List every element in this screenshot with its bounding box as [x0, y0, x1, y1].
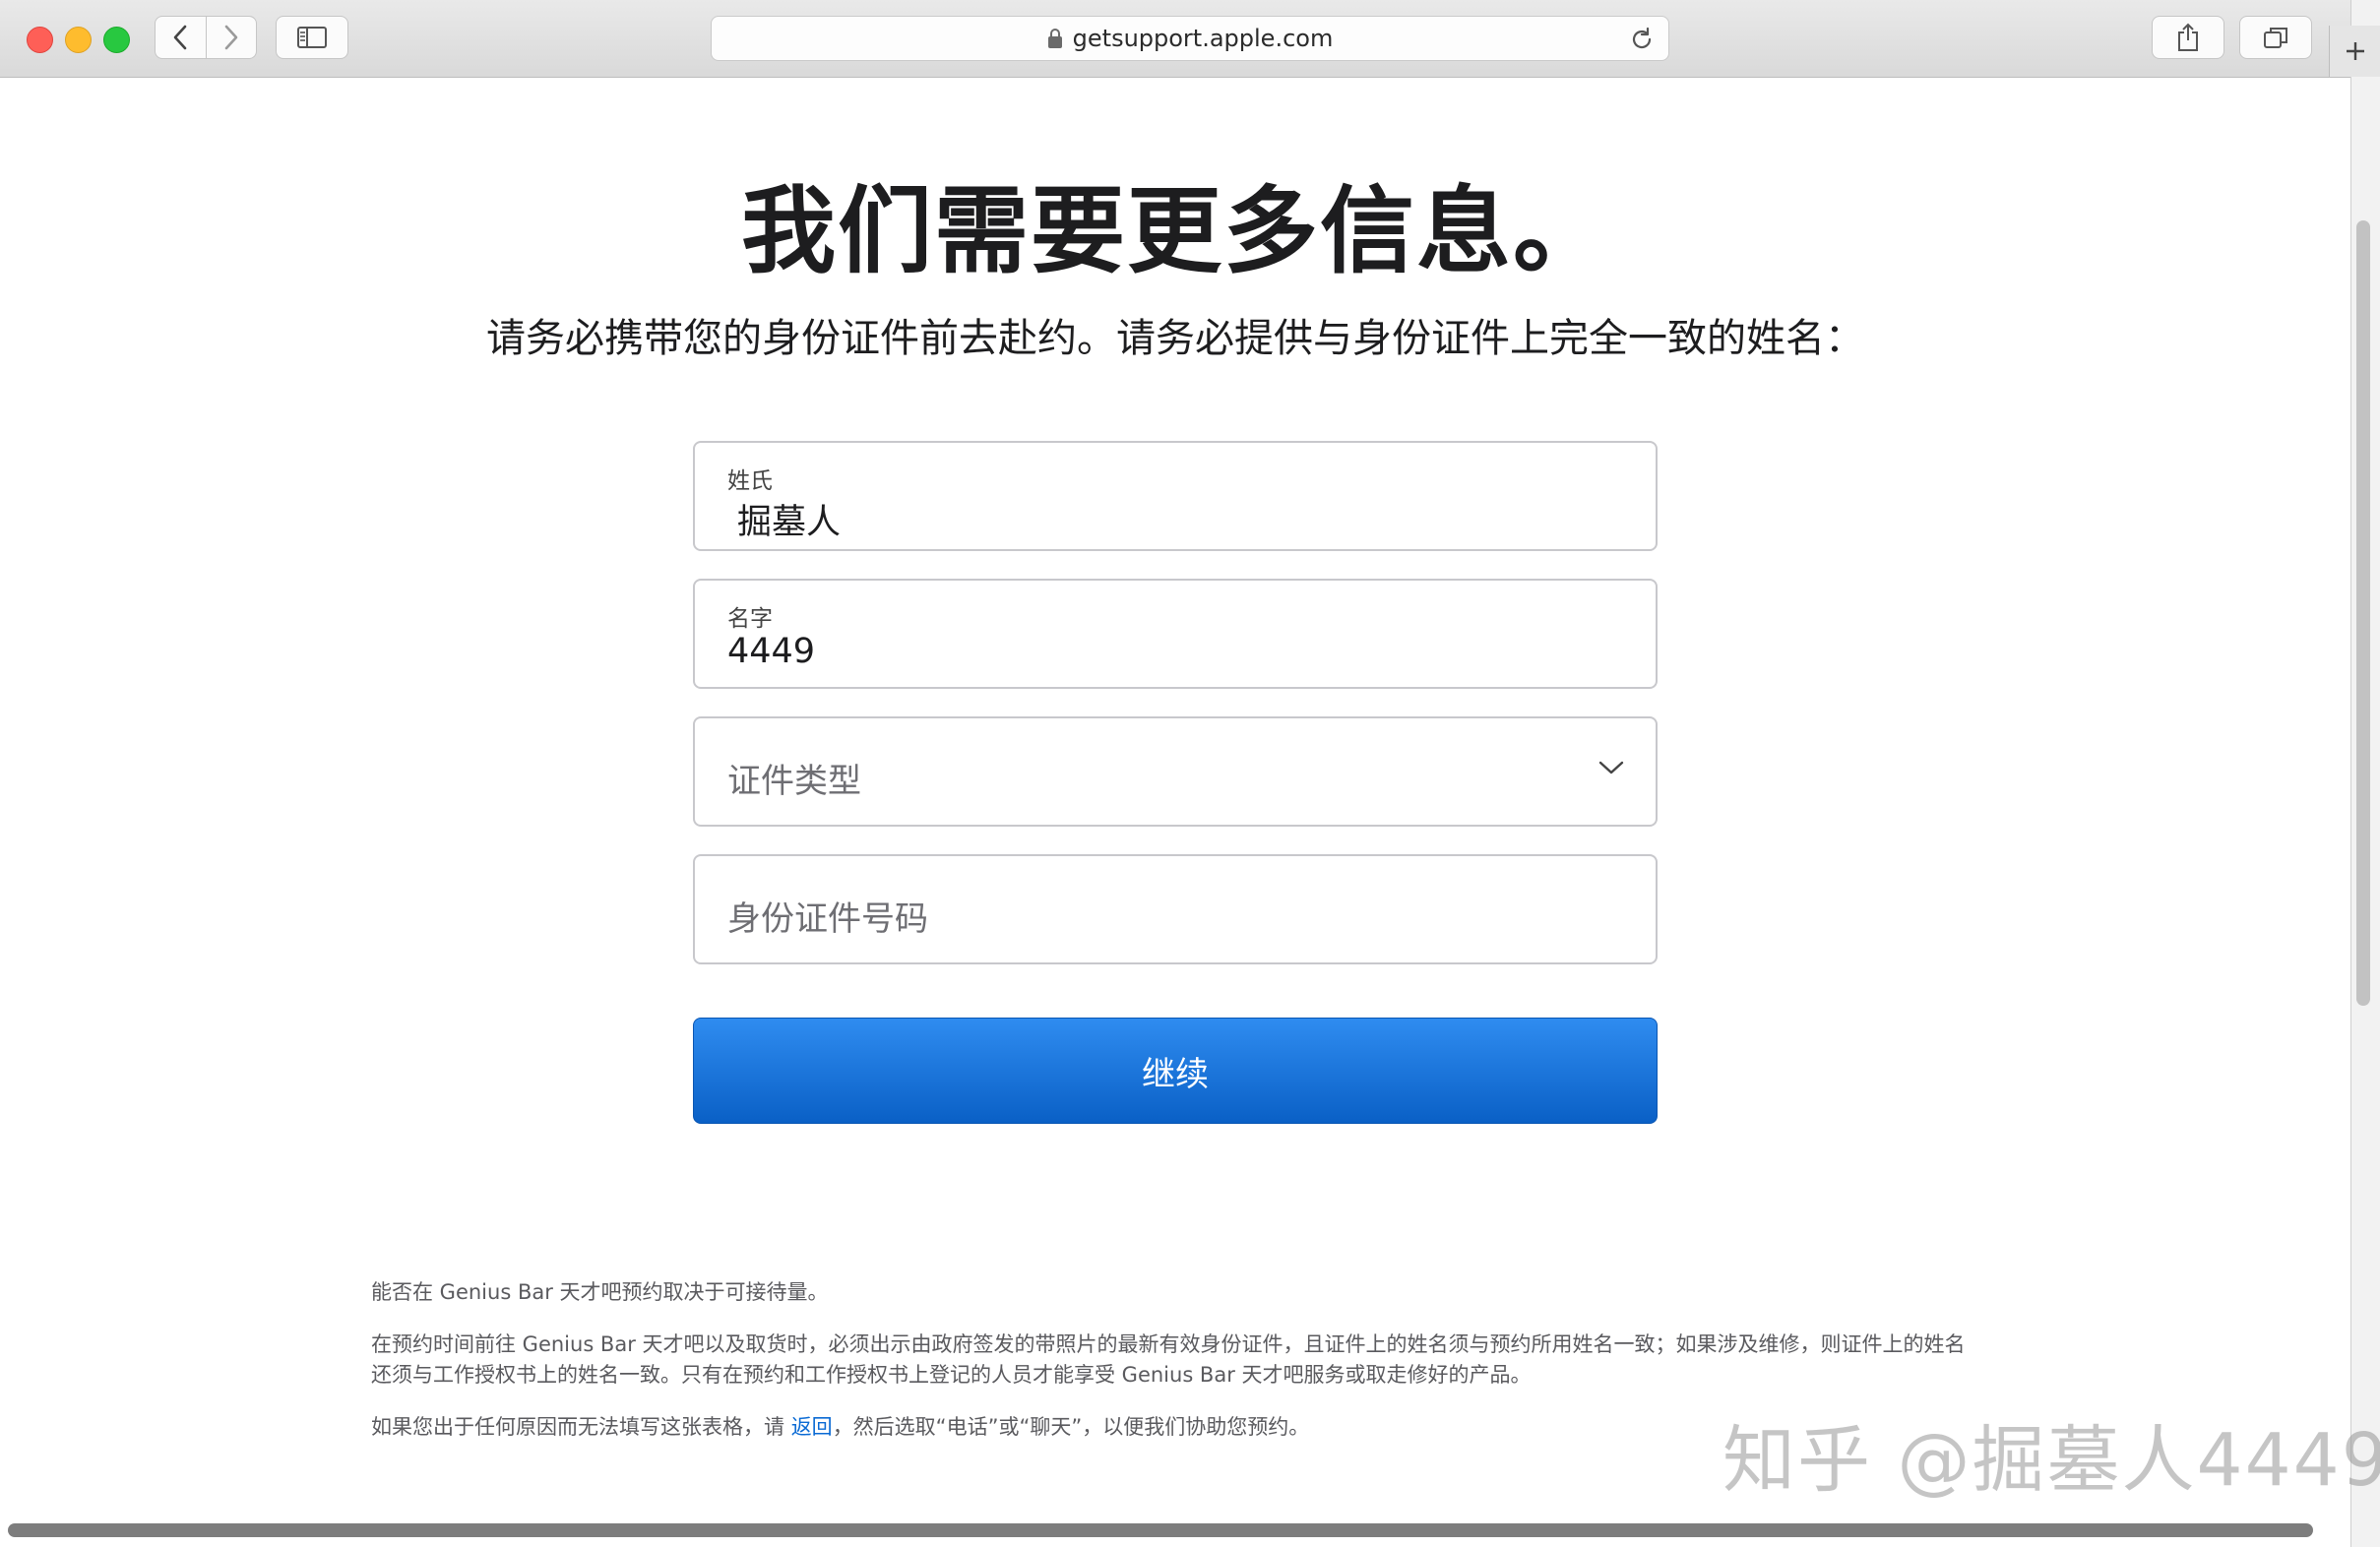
reload-icon[interactable]: [1629, 27, 1655, 56]
sidebar-icon: [297, 27, 327, 48]
surname-field[interactable]: 姓氏 掘墓人: [693, 441, 1658, 551]
return-link[interactable]: 返回: [791, 1415, 833, 1439]
page-content: 我们需要更多信息。 请务必携带您的身份证件前去赴约。请务必提供与身份证件上完全一…: [0, 78, 2380, 1547]
surname-label: 姓氏: [727, 468, 773, 494]
chevron-down-icon: [1598, 760, 1624, 779]
vertical-scrollbar[interactable]: [2356, 220, 2370, 1006]
given-name-value[interactable]: 4449: [727, 632, 815, 671]
back-button[interactable]: [156, 17, 206, 58]
continue-button[interactable]: 继续: [693, 1018, 1658, 1124]
horizontal-scrollbar[interactable]: [8, 1523, 2313, 1537]
chevron-right-icon: [224, 25, 238, 50]
id-type-placeholder: 证件类型: [727, 762, 861, 801]
id-type-select[interactable]: 证件类型: [693, 716, 1658, 827]
given-name-label: 名字: [727, 606, 773, 632]
minimize-window-button[interactable]: [65, 27, 92, 53]
page-title: 我们需要更多信息。: [741, 176, 1609, 286]
navigation-buttons: [155, 16, 257, 59]
watermark: 知乎 @掘墓人4449: [1722, 1418, 2380, 1503]
close-window-button[interactable]: [27, 27, 53, 53]
new-tab-button[interactable]: [2329, 26, 2380, 77]
given-name-field[interactable]: 名字 4449: [693, 579, 1658, 689]
footer-note-availability: 能否在 Genius Bar 天才吧预约取决于可接待量。: [371, 1280, 829, 1304]
browser-window: getsupport.apple.com 我们需要更多信息。 请务必携带您的身份…: [0, 0, 2380, 1547]
footer-note-id-requirement: 在预约时间前往 Genius Bar 天才吧以及取货时，必须出示由政府签发的带照…: [371, 1332, 1966, 1387]
page-subtitle: 请务必携带您的身份证件前去赴约。请务必提供与身份证件上完全一致的姓名：: [486, 316, 1864, 361]
address-bar[interactable]: getsupport.apple.com: [711, 16, 1669, 61]
tabs-overview-button[interactable]: [2239, 16, 2312, 59]
id-number-placeholder: 身份证件号码: [727, 899, 928, 939]
share-button[interactable]: [2152, 16, 2224, 59]
id-number-field[interactable]: 身份证件号码: [693, 854, 1658, 964]
zoom-window-button[interactable]: [103, 27, 130, 53]
plus-icon: [2347, 42, 2364, 60]
forward-button[interactable]: [205, 17, 257, 58]
surname-value[interactable]: 掘墓人: [737, 494, 841, 544]
tabs-icon: [2264, 28, 2287, 48]
share-icon: [2178, 23, 2198, 51]
footer-note-return-text: 如果您出于任何原因而无法填写这张表格，请: [371, 1415, 791, 1439]
lock-icon: [1047, 28, 1063, 49]
sidebar-toggle-button[interactable]: [276, 16, 348, 59]
chevron-left-icon: [173, 25, 187, 50]
browser-toolbar: getsupport.apple.com: [0, 0, 2350, 78]
address-url: getsupport.apple.com: [1072, 25, 1334, 52]
footer-note-return-text-end: ，然后选取“电话”或“聊天”，以便我们协助您预约。: [832, 1415, 1310, 1439]
